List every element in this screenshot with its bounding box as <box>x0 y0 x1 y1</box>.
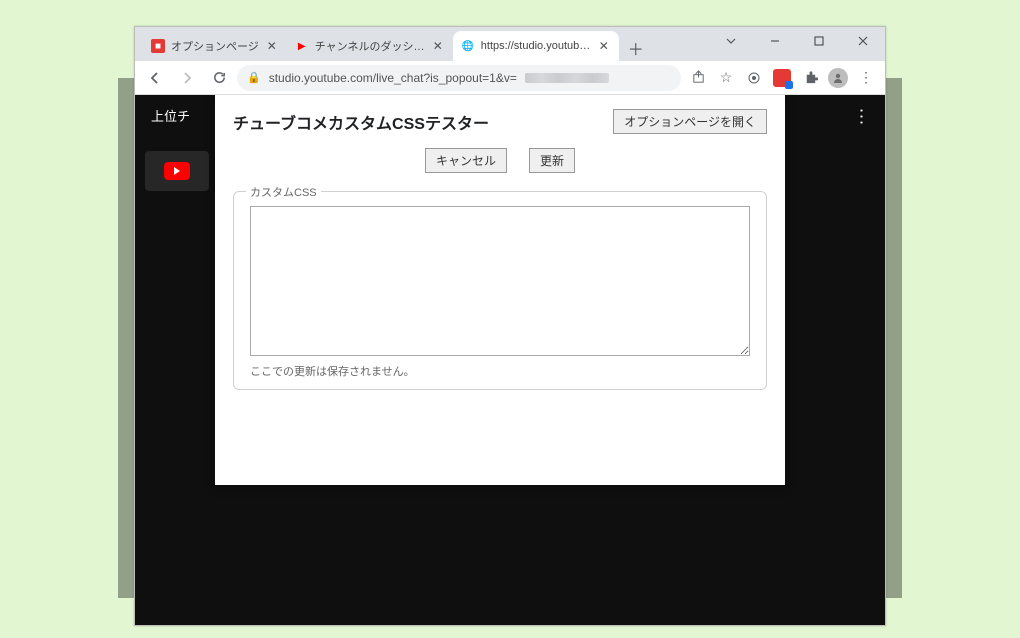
profile-avatar-icon[interactable] <box>825 65 851 91</box>
popup-action-row: キャンセル 更新 <box>233 148 767 173</box>
new-tab-button[interactable]: ＋ <box>623 35 649 61</box>
extension-icon-2[interactable] <box>769 65 795 91</box>
screenshot-shadow-right <box>886 78 902 598</box>
save-notice: ここでの更新は保存されません。 <box>250 363 750 379</box>
share-icon[interactable] <box>685 65 711 91</box>
close-window-button[interactable] <box>841 27 885 55</box>
caret-down-icon[interactable] <box>709 27 753 55</box>
page-content: 上位チ ⋯ チューブコメカスタムCSSテスター オプションページを開く キャンセ… <box>135 95 885 625</box>
url-blurred-segment <box>525 73 609 83</box>
fieldset-legend: カスタムCSS <box>246 184 321 200</box>
browser-window: ■ オプションページ ✕ ▶ チャンネルのダッシュボード - YouT ✕ 🌐 … <box>134 26 886 626</box>
tab-youtube-dashboard[interactable]: ▶ チャンネルのダッシュボード - YouT ✕ <box>287 31 453 61</box>
reload-button[interactable] <box>205 64 233 92</box>
more-options-icon[interactable]: ⋯ <box>851 107 872 123</box>
tab-title: チャンネルのダッシュボード - YouT <box>315 38 425 54</box>
custom-css-textarea[interactable] <box>250 206 750 356</box>
youtube-logo-card <box>145 151 209 191</box>
youtube-logo-icon <box>164 162 190 180</box>
address-bar[interactable]: 🔒 studio.youtube.com/live_chat?is_popout… <box>237 65 681 91</box>
chrome-menu-icon[interactable]: ⋮ <box>853 65 879 91</box>
toolbar-right: ☆ ⋮ <box>685 65 879 91</box>
extensions-puzzle-icon[interactable] <box>797 65 823 91</box>
tab-strip: ■ オプションページ ✕ ▶ チャンネルのダッシュボード - YouT ✕ 🌐 … <box>135 27 885 61</box>
minimize-button[interactable] <box>753 27 797 55</box>
cancel-button[interactable]: キャンセル <box>425 148 507 173</box>
css-tester-popup: チューブコメカスタムCSSテスター オプションページを開く キャンセル 更新 カ… <box>215 95 785 485</box>
forward-button[interactable] <box>173 64 201 92</box>
bookmark-star-icon[interactable]: ☆ <box>713 65 739 91</box>
popup-title: チューブコメカスタムCSSテスター <box>233 110 489 134</box>
tab-options-page[interactable]: ■ オプションページ ✕ <box>143 31 287 61</box>
tab-title: オプションページ <box>171 38 259 54</box>
close-tab-icon[interactable]: ✕ <box>597 39 611 53</box>
maximize-button[interactable] <box>797 27 841 55</box>
extension-favicon-icon: ■ <box>151 39 165 53</box>
lock-icon: 🔒 <box>247 71 261 84</box>
popup-header: チューブコメカスタムCSSテスター オプションページを開く <box>233 109 767 134</box>
url-text: studio.youtube.com/live_chat?is_popout=1… <box>269 71 517 85</box>
window-controls <box>709 27 885 57</box>
youtube-favicon-icon: ▶ <box>295 39 309 53</box>
open-options-button[interactable]: オプションページを開く <box>613 109 767 134</box>
update-button[interactable]: 更新 <box>529 148 575 173</box>
custom-css-fieldset: カスタムCSS ここでの更新は保存されません。 <box>233 191 767 390</box>
tab-title: https://studio.youtube.com/ <box>481 40 591 52</box>
close-tab-icon[interactable]: ✕ <box>265 39 279 53</box>
browser-toolbar: 🔒 studio.youtube.com/live_chat?is_popout… <box>135 61 885 95</box>
header-text: 上位チ <box>151 106 190 125</box>
globe-favicon-icon: 🌐 <box>461 39 475 53</box>
close-tab-icon[interactable]: ✕ <box>431 39 445 53</box>
screenshot-shadow-left <box>118 78 134 598</box>
tab-studio-youtube[interactable]: 🌐 https://studio.youtube.com/ ✕ <box>453 31 619 61</box>
extension-icon-1[interactable] <box>741 65 767 91</box>
back-button[interactable] <box>141 64 169 92</box>
